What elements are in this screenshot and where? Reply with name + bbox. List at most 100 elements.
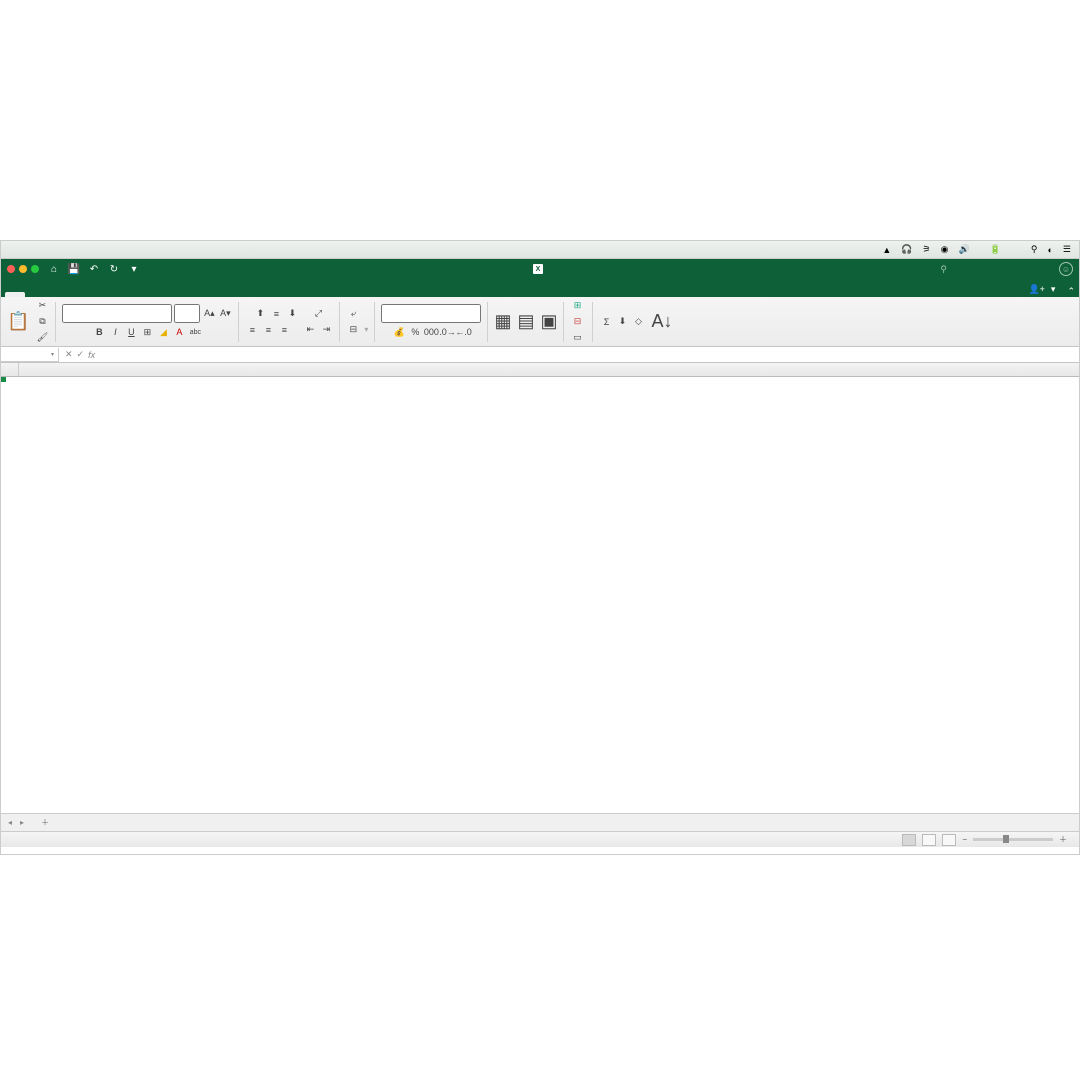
titlebar: ⌂ 💾 ↶ ↻ ▾ X ⚲ ☺	[1, 259, 1079, 279]
increase-font-icon[interactable]: A▴	[202, 307, 216, 321]
tab-home[interactable]	[5, 292, 25, 297]
border-button[interactable]: ⊞	[140, 325, 154, 339]
fill-color-button[interactable]: ◢	[156, 325, 170, 339]
collapse-ribbon-icon[interactable]: ⌃	[1067, 286, 1075, 297]
qat-customize-icon[interactable]: ▾	[127, 262, 141, 276]
formula-input[interactable]	[101, 348, 1079, 362]
zoom-in-button[interactable]: ＋	[1059, 834, 1067, 845]
cond-fmt-icon: ▦	[494, 311, 511, 332]
minimize-button[interactable]	[19, 265, 27, 273]
siri-icon[interactable]: ▲	[882, 245, 891, 255]
align-middle-icon[interactable]: ≡	[269, 307, 283, 321]
search-icon: ⚲	[940, 264, 947, 275]
cell-styles-icon: ▣	[540, 311, 557, 332]
formula-bar: ▾ ✕ ✓ fx	[1, 347, 1079, 363]
decrease-indent-icon[interactable]: ⇤	[303, 323, 317, 337]
close-button[interactable]	[7, 265, 15, 273]
italic-button[interactable]: I	[108, 325, 122, 339]
spreadsheet-grid[interactable]	[1, 363, 1079, 813]
name-box[interactable]: ▾	[1, 348, 59, 362]
headphones-icon[interactable]: 🎧	[901, 244, 912, 255]
user-icon[interactable]: ◐	[1047, 245, 1052, 255]
sheet-nav-first-icon[interactable]: ◂	[5, 818, 15, 828]
volume-icon[interactable]: 🔊	[958, 244, 969, 255]
zoom-slider[interactable]	[973, 838, 1053, 841]
format-as-table-button[interactable]: ▤	[517, 311, 534, 332]
align-top-icon[interactable]: ⬆	[253, 307, 267, 321]
ribbon-tabs: 👤+ ▾ ⌃	[1, 279, 1079, 297]
share-button[interactable]: 👤+ ▾	[1020, 282, 1063, 297]
tab-insert[interactable]	[25, 292, 45, 297]
battery-icon[interactable]: 🔋	[990, 244, 1001, 255]
menu-icon[interactable]: ☰	[1063, 244, 1071, 255]
orientation-icon[interactable]: ⤢	[311, 307, 325, 321]
redo-icon[interactable]: ↻	[107, 262, 121, 276]
format-painter-icon[interactable]: 🖌	[35, 331, 49, 345]
decrease-font-icon[interactable]: A▾	[218, 307, 232, 321]
increase-decimal-icon[interactable]: .0→	[440, 325, 454, 339]
font-color-button[interactable]: A	[172, 325, 186, 339]
copy-icon[interactable]: ⧉	[35, 315, 49, 329]
normal-view-button[interactable]	[902, 834, 916, 846]
decrease-decimal-icon[interactable]: ←.0	[456, 325, 470, 339]
insert-cells-icon[interactable]: ⊞	[570, 299, 584, 313]
zoom-out-button[interactable]: −	[962, 835, 967, 844]
home-icon[interactable]: ⌂	[47, 262, 61, 276]
delete-cells-icon[interactable]: ⊟	[570, 315, 584, 329]
add-sheet-button[interactable]: ＋	[33, 815, 57, 830]
sort-filter-icon: A↓	[651, 311, 672, 332]
cancel-formula-icon[interactable]: ✕	[65, 349, 73, 360]
sheet-tabs: ◂ ▸ ＋	[1, 813, 1079, 831]
increase-indent-icon[interactable]: ⇥	[319, 323, 333, 337]
align-right-icon[interactable]: ≡	[277, 323, 291, 337]
maximize-button[interactable]	[31, 265, 39, 273]
tab-data[interactable]	[85, 292, 105, 297]
clear-icon[interactable]: ◇	[631, 315, 645, 329]
bold-button[interactable]: B	[92, 325, 106, 339]
currency-icon[interactable]: 💰	[392, 325, 406, 339]
percent-icon[interactable]: %	[408, 325, 422, 339]
fill-icon[interactable]: ⬇	[615, 315, 629, 329]
ribbon: 📋 ✂ ⧉ 🖌 A▴ A▾ B I U ⊞ ◢ A abc	[1, 297, 1079, 347]
undo-icon[interactable]: ↶	[87, 262, 101, 276]
page-layout-view-button[interactable]	[922, 834, 936, 846]
bluetooth-icon[interactable]: ⚞	[923, 244, 931, 255]
align-bottom-icon[interactable]: ⬇	[285, 307, 299, 321]
cut-icon[interactable]: ✂	[35, 299, 49, 313]
paste-icon: 📋	[7, 311, 29, 332]
font-size-select[interactable]	[174, 304, 200, 323]
font-name-select[interactable]	[62, 304, 172, 323]
fx-icon[interactable]: fx	[88, 350, 95, 360]
wrap-text-icon[interactable]: ⤶	[346, 307, 360, 321]
feedback-icon[interactable]: ☺	[1059, 262, 1073, 276]
spotlight-icon[interactable]: ⚲	[1031, 244, 1038, 255]
tab-formulas[interactable]	[65, 292, 85, 297]
number-format-select[interactable]	[381, 304, 481, 323]
tab-view[interactable]	[125, 292, 145, 297]
conditional-format-button[interactable]: ▦	[494, 311, 511, 332]
cell-styles-button[interactable]: ▣	[540, 311, 557, 332]
wifi-icon[interactable]: ◉	[941, 244, 949, 255]
paste-button[interactable]: 📋	[7, 311, 29, 332]
tab-page-layout[interactable]	[45, 292, 65, 297]
mac-menubar: ▲ 🎧 ⚞ ◉ 🔊 🔋 ⚲ ◐ ☰	[1, 241, 1079, 259]
autosum-icon[interactable]: Σ	[599, 315, 613, 329]
align-left-icon[interactable]: ≡	[245, 323, 259, 337]
align-center-icon[interactable]: ≡	[261, 323, 275, 337]
page-break-view-button[interactable]	[942, 834, 956, 846]
sort-filter-button[interactable]: A↓	[651, 311, 672, 332]
comma-icon[interactable]: 000	[424, 325, 438, 339]
status-bar: − ＋	[1, 831, 1079, 847]
select-all-corner[interactable]	[1, 363, 19, 376]
table-icon: ▤	[517, 311, 534, 332]
search-input[interactable]	[951, 264, 1051, 274]
enter-formula-icon[interactable]: ✓	[77, 349, 85, 360]
excel-doc-icon: X	[533, 264, 543, 274]
merge-icon: ⊟	[346, 323, 360, 337]
underline-button[interactable]: U	[124, 325, 138, 339]
tab-review[interactable]	[105, 292, 125, 297]
format-cells-icon[interactable]: ▭	[570, 331, 584, 345]
phonetic-button[interactable]: abc	[188, 325, 202, 339]
save-icon[interactable]: 💾	[67, 262, 81, 276]
sheet-nav-last-icon[interactable]: ▸	[17, 818, 27, 828]
